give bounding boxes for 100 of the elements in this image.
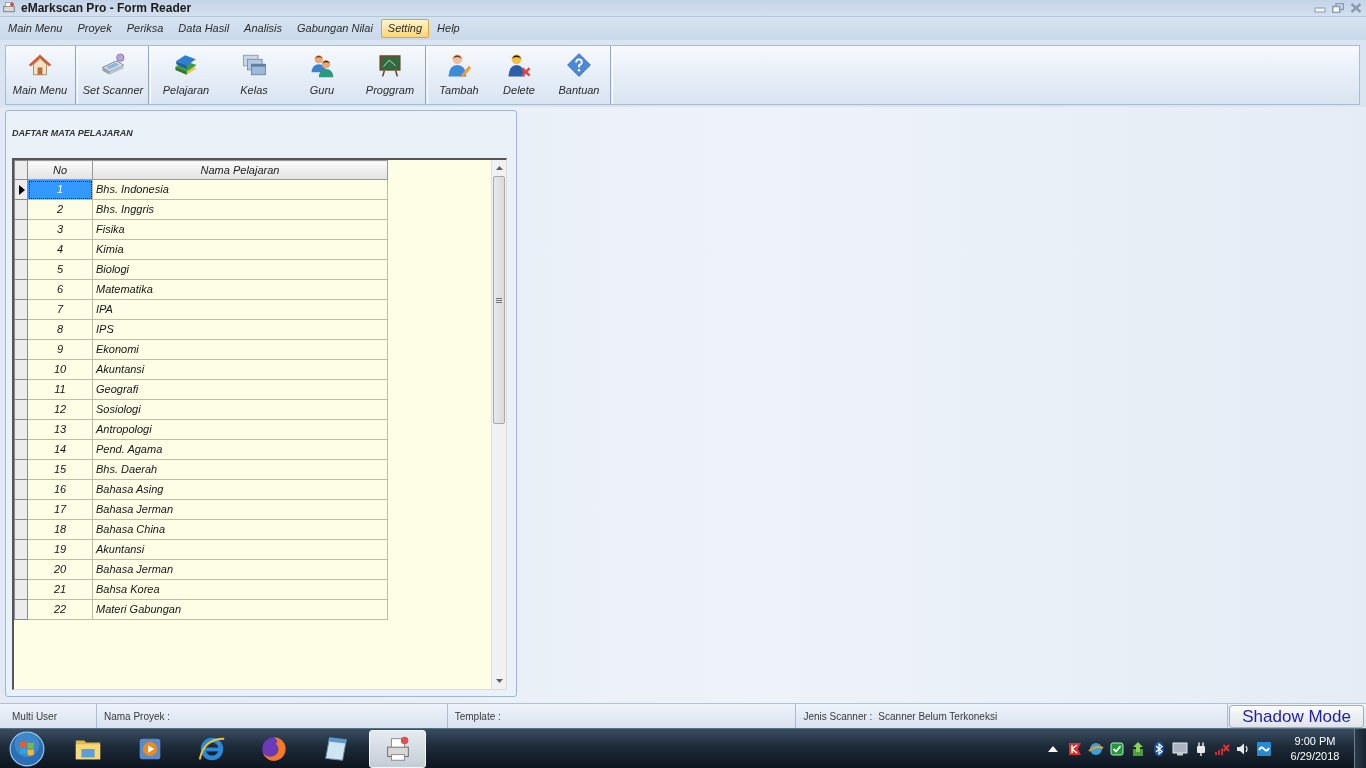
toolbar-button[interactable]: Bantuan [549, 46, 609, 104]
table-cell: IPS [92, 319, 388, 340]
table-cell: Sosiologi [92, 399, 388, 420]
menu-item[interactable]: Data Hasil [171, 19, 237, 38]
table-cell: Akuntansi [92, 359, 388, 380]
table-cell: 10 [27, 359, 93, 380]
show-desktop-button[interactable] [1354, 728, 1366, 768]
status-label: Multi User [12, 709, 57, 724]
two-people-icon [309, 52, 335, 78]
shadow-mode-button[interactable]: Shadow Mode [1229, 705, 1364, 728]
vertical-scrollbar[interactable] [491, 160, 506, 689]
wave-tile-icon[interactable] [1256, 740, 1272, 757]
scroll-thumb[interactable] [493, 176, 505, 424]
table-cell: Pend. Agama [92, 439, 388, 460]
table-cell: 13 [27, 419, 93, 440]
clock-time: 9:00 PM [1294, 733, 1336, 749]
table-cell: 20 [27, 559, 93, 580]
table-cell: 2 [27, 199, 93, 220]
table-cell: 11 [27, 379, 93, 400]
upload-icon[interactable] [1130, 740, 1146, 757]
table-cell: Bhs. Indonesia [92, 179, 388, 200]
chalkboard-icon [377, 52, 403, 78]
column-header[interactable]: Nama Pelajaran [92, 160, 388, 180]
books-icon [173, 52, 199, 78]
toolbar-button[interactable]: Delete [489, 46, 549, 104]
table-cell: Bahasa Asing [92, 479, 388, 500]
monitor-icon[interactable] [1172, 740, 1188, 757]
table-cell: 6 [27, 279, 93, 300]
menu-item[interactable]: Periksa [119, 19, 171, 38]
menu-item[interactable]: Proyek [70, 19, 119, 38]
menu-item[interactable]: Main Menu [1, 19, 70, 38]
globe-icon[interactable] [1088, 740, 1104, 757]
table-cell: Bahasa China [92, 519, 388, 540]
orb-icon [9, 730, 45, 767]
person-pencil-icon [446, 52, 472, 78]
person-cross-icon [506, 52, 532, 78]
toolbar-button[interactable]: Set Scanner [79, 46, 147, 104]
grip-icon [496, 297, 502, 303]
check-icon[interactable] [1109, 740, 1125, 757]
table-cell: Akuntansi [92, 539, 388, 560]
table-cell: 22 [27, 599, 93, 620]
table-cell: Fisika [92, 219, 388, 240]
table-cell: Matematika [92, 279, 388, 300]
table-cell: 4 [27, 239, 93, 260]
status-label: Nama Proyek : [103, 709, 171, 724]
table-cell: Antropologi [92, 419, 388, 440]
table-cell: 3 [27, 219, 93, 240]
restore-icon[interactable] [1332, 3, 1344, 13]
status-value: Scanner Belum Terkoneksi [878, 709, 998, 724]
row-header-corner [14, 160, 28, 180]
house-icon [27, 52, 53, 78]
table-cell: Bhs. Daerah [92, 459, 388, 480]
table-cell: 9 [27, 339, 93, 360]
scroll-up-icon[interactable] [495, 166, 503, 170]
status-label: Jenis Scanner : [803, 709, 873, 724]
table-cell: Ekonomi [92, 339, 388, 360]
panel-title: DAFTAR MATA PELAJARAN [12, 127, 133, 139]
shield-flag-icon[interactable] [1067, 740, 1083, 757]
table-cell: 17 [27, 499, 93, 520]
scroll-down-icon[interactable] [495, 679, 503, 683]
clock-date: 6/29/2018 [1290, 748, 1340, 764]
table-cell: Materi Gabungan [92, 599, 388, 620]
row-pointer-icon [19, 184, 25, 195]
menu-item[interactable]: Setting [380, 19, 430, 38]
tray-arrow-icon[interactable] [1048, 745, 1058, 752]
table-cell: 8 [27, 319, 93, 340]
table-cell: 14 [27, 439, 93, 460]
bluetooth-icon[interactable] [1151, 740, 1167, 757]
toolbar-button[interactable]: Main Menu [6, 46, 74, 104]
taskbar-button[interactable] [369, 729, 426, 768]
toolbar-button[interactable]: Proggram [356, 46, 424, 104]
toolbar-button[interactable]: Tambah [429, 46, 489, 104]
status-label: Template : [454, 709, 501, 724]
table-cell: Geografi [92, 379, 388, 400]
column-header[interactable]: No [27, 160, 93, 180]
scanner-icon [100, 52, 126, 78]
table-cell: 12 [27, 399, 93, 420]
table-cell: 18 [27, 519, 93, 540]
table-cell: 5 [27, 259, 93, 280]
toolbar-button[interactable]: Kelas [220, 46, 288, 104]
table-cell: 21 [27, 579, 93, 600]
app-icon [3, 2, 15, 14]
table-cell: Bahasa Jerman [92, 499, 388, 520]
table-cell: IPA [92, 299, 388, 320]
table-cell: Biologi [92, 259, 388, 280]
toolbar-button[interactable]: Guru [288, 46, 356, 104]
stacked-windows-icon [241, 52, 267, 78]
table-cell: 19 [27, 539, 93, 560]
menu-item[interactable]: Gabungan Nilai [290, 19, 380, 38]
table-cell: Bhs. Inggris [92, 199, 388, 220]
toolbar-button[interactable]: Pelajaran [152, 46, 220, 104]
window-title: eMarkscan Pro - Form Reader [21, 1, 192, 15]
table-cell: 15 [27, 459, 93, 480]
menu-item[interactable]: Help [430, 19, 467, 38]
menu-item[interactable]: Analisis [237, 19, 289, 38]
table-cell: 7 [27, 299, 93, 320]
close-icon[interactable] [1350, 3, 1362, 13]
help-icon [566, 52, 592, 78]
table-cell: Bahasa Jerman [92, 559, 388, 580]
table-cell: Bahsa Korea [92, 579, 388, 600]
